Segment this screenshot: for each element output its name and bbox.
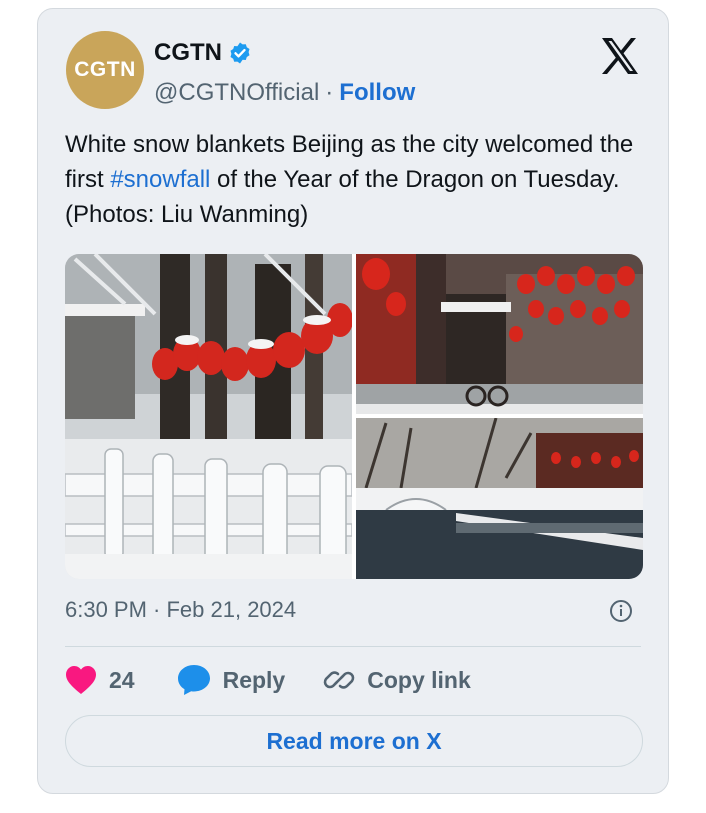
divider (65, 646, 641, 647)
heart-icon (66, 666, 96, 694)
author-name-row: CGTN (154, 39, 252, 67)
author-handle[interactable]: @CGTNOfficial (154, 79, 319, 107)
copy-link-button[interactable]: Copy link (323, 664, 471, 696)
photo-snowy-railing[interactable] (65, 254, 352, 579)
separator-dot: · (325, 79, 334, 106)
media-grid (65, 254, 643, 579)
speech-bubble-icon (177, 665, 210, 695)
embedded-tweet-card: CGTN CGTN @CGTNOfficial · Follow White s… (37, 8, 669, 794)
photo-hutong-lanterns[interactable] (356, 254, 643, 414)
hashtag-link[interactable]: #snowfall (110, 166, 210, 193)
tweet-actions: 24 Reply Copy link (65, 664, 471, 696)
tweet-timestamp[interactable]: 6:30 PM · Feb 21, 2024 (65, 597, 296, 623)
verified-badge-icon (230, 42, 250, 64)
read-more-button[interactable]: Read more on X (65, 715, 643, 767)
link-icon (323, 671, 355, 689)
photo-snowy-canal[interactable] (356, 418, 643, 579)
author-name[interactable]: CGTN (154, 39, 222, 67)
author-handle-row: @CGTNOfficial · Follow (154, 79, 415, 107)
like-button[interactable]: 24 (65, 665, 135, 695)
like-count: 24 (109, 666, 135, 693)
reply-button[interactable]: Reply (177, 664, 286, 696)
info-icon[interactable] (609, 599, 633, 623)
copy-link-label: Copy link (367, 666, 471, 693)
x-logo-icon[interactable] (600, 37, 640, 75)
avatar-logo-text: CGTN (74, 58, 136, 81)
follow-button[interactable]: Follow (339, 79, 415, 107)
reply-label: Reply (222, 666, 286, 693)
tweet-text: White snow blankets Beijing as the city … (65, 127, 650, 232)
avatar[interactable]: CGTN (66, 31, 144, 109)
